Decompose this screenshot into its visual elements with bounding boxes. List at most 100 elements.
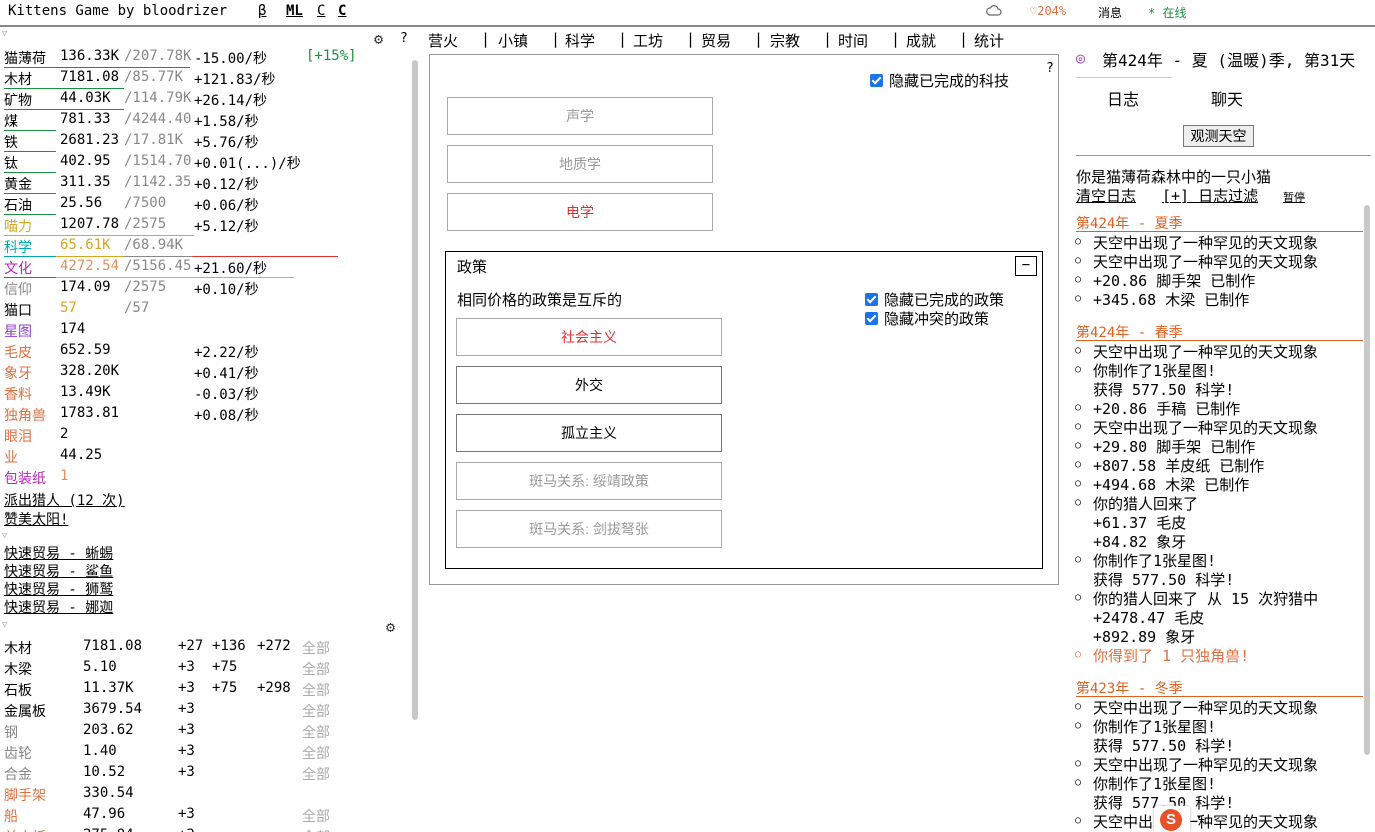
craft-plus-button[interactable]: +3 <box>178 680 195 696</box>
craft-name: 木材 <box>4 641 32 657</box>
tab-0[interactable]: 营火 <box>428 30 458 51</box>
craft-all-button[interactable]: 全部 <box>302 764 330 784</box>
messages-link[interactable]: 消息 <box>1098 4 1122 21</box>
pause-link[interactable]: 暂停 <box>1283 189 1305 205</box>
bullet-icon: ○ <box>1075 421 1082 432</box>
craft-all-button[interactable]: 全部 <box>302 743 330 763</box>
tab-5[interactable]: 宗教 <box>770 30 800 51</box>
tab-4[interactable]: 贸易 <box>701 30 731 51</box>
craft-plus-button[interactable]: +272 <box>257 638 291 654</box>
trade-link[interactable]: 快速贸易 - 蜥蜴 <box>4 543 113 563</box>
observe-sky-button[interactable]: 观测天空 <box>1183 125 1254 147</box>
resource-row: 石油 25.56/7500 +0.06/秒 <box>4 195 404 216</box>
clear-log-link[interactable]: 清空日志 <box>1076 185 1136 206</box>
resource-progress-bar <box>4 214 56 215</box>
left-scrollbar[interactable] <box>412 60 418 720</box>
bullet-icon: ○ <box>1075 293 1082 304</box>
tab-8[interactable]: 统计 <box>974 30 1004 51</box>
craft-all-button[interactable]: 全部 <box>302 638 330 658</box>
craft-plus-button[interactable]: +3 <box>178 743 195 759</box>
resource-amount: 1 <box>60 468 69 484</box>
craft-plus-button[interactable]: +27 <box>178 638 203 654</box>
craft-plus-button[interactable]: +136 <box>212 638 246 654</box>
cloud-icon[interactable] <box>986 4 1002 19</box>
tab-chat[interactable]: 聊天 <box>1211 86 1243 110</box>
policy-button[interactable]: 外交 <box>456 366 722 404</box>
ml-link[interactable]: ML <box>286 3 303 19</box>
tech-button[interactable]: 声学 <box>447 97 713 135</box>
bullet-icon: ○ <box>1075 777 1082 788</box>
tech-button[interactable]: 地质学 <box>447 145 713 183</box>
beta-link[interactable]: β <box>258 3 266 19</box>
trade-link[interactable]: 快速贸易 - 鲨鱼 <box>4 561 113 581</box>
resource-row: 文化 4272.54/5156.45 +21.60/秒 <box>4 258 404 279</box>
tab-7[interactable]: 成就 <box>906 30 936 51</box>
craft-plus-button[interactable]: +3 <box>178 659 195 675</box>
resource-name: 黄金 <box>4 177 32 193</box>
c-link-1[interactable]: C <box>317 3 325 19</box>
craft-all-button[interactable]: 全部 <box>302 827 330 832</box>
collapse-button[interactable]: − <box>1015 256 1037 276</box>
c-link-2[interactable]: C <box>338 3 346 19</box>
hide-completed-policy-checkbox[interactable]: 隐藏已完成的政策 <box>865 289 1004 310</box>
resource-row: 业 44.25 <box>4 447 404 468</box>
send-hunters-link[interactable]: 派出猎人 (12 次) <box>4 490 125 510</box>
trade-link[interactable]: 快速贸易 - 娜迦 <box>4 597 113 617</box>
hide-conflict-policy-checkbox[interactable]: 隐藏冲突的政策 <box>865 308 989 329</box>
craft-row: 合金 10.52 +3 全部 <box>4 764 404 785</box>
policy-button[interactable]: 斑马关系: 绥靖政策 <box>456 462 722 500</box>
bullet-icon: ○ <box>1075 478 1082 489</box>
craft-all-button[interactable]: 全部 <box>302 722 330 742</box>
dropdown-icon[interactable]: ▾ <box>1196 812 1202 823</box>
resource-name: 信仰 <box>4 282 32 298</box>
help-icon[interactable]: ? <box>400 31 408 46</box>
craft-all-button[interactable]: 全部 <box>302 806 330 826</box>
craft-plus-button[interactable]: +75 <box>212 659 237 675</box>
resource-progress-bar <box>4 130 56 131</box>
craft-plus-button[interactable]: +3 <box>178 722 195 738</box>
tab-log[interactable]: 日志 <box>1107 86 1139 110</box>
bullet-icon: ○ <box>1075 236 1082 247</box>
craft-plus-button[interactable]: +3 <box>178 764 195 780</box>
tab-2[interactable]: 科学 <box>565 30 595 51</box>
tech-button[interactable]: 电学 <box>447 193 713 231</box>
gear-icon[interactable]: ⚙ <box>386 618 395 636</box>
gear-icon[interactable]: ⚙ <box>374 30 383 48</box>
log-filter-link[interactable]: [+] 日志过滤 <box>1162 185 1258 206</box>
policy-button[interactable]: 社会主义 <box>456 318 722 356</box>
craft-row: 石板 11.37K +3 +75 +298 全部 <box>4 680 404 701</box>
policy-button[interactable]: 斑马关系: 剑拔弩张 <box>456 510 722 548</box>
tab-1[interactable]: 小镇 <box>498 30 528 51</box>
craft-plus-button[interactable]: +3 <box>178 701 195 717</box>
craft-name: 石板 <box>4 683 32 699</box>
craft-name: 钢 <box>4 725 18 741</box>
craft-plus-button[interactable]: +298 <box>257 680 291 696</box>
craft-plus-button[interactable]: +3 <box>178 827 195 832</box>
collapse-arrow-icon[interactable]: ▽ <box>2 620 7 630</box>
hide-completed-tech-checkbox[interactable]: 隐藏已完成的科技 <box>870 70 1009 91</box>
praise-sun-link[interactable]: 赞美太阳! <box>4 509 68 529</box>
resource-progress-bar <box>4 277 294 278</box>
craft-all-button[interactable]: 全部 <box>302 659 330 679</box>
collapse-arrow-icon[interactable]: ▽ <box>2 531 7 541</box>
tab-3[interactable]: 工坊 <box>633 30 663 51</box>
collapse-arrow-icon[interactable]: ▽ <box>2 29 7 39</box>
resource-row: 猫口 57/57 <box>4 300 404 321</box>
log-entry: +2478.47 毛皮 <box>1093 609 1205 627</box>
trade-link[interactable]: 快速贸易 - 狮鹫 <box>4 579 113 599</box>
resource-rate: +0.08/秒 <box>194 408 259 424</box>
help-icon[interactable]: ? <box>1046 61 1054 76</box>
craft-all-button[interactable]: 全部 <box>302 680 330 700</box>
tab-6[interactable]: 时间 <box>838 30 868 51</box>
resource-amount: 13.49K <box>60 384 111 400</box>
ime-icon[interactable]: S <box>1154 806 1190 832</box>
resource-name: 星图 <box>4 324 32 340</box>
log-scrollbar[interactable] <box>1364 205 1370 755</box>
moon-icon: ◎ <box>1076 49 1086 67</box>
craft-all-button[interactable]: 全部 <box>302 701 330 721</box>
craft-plus-button[interactable]: +3 <box>178 806 195 822</box>
policy-button[interactable]: 孤立主义 <box>456 414 722 452</box>
craft-plus-button[interactable]: +75 <box>212 680 237 696</box>
online-status[interactable]: * 在线 <box>1148 4 1186 21</box>
craft-amount: 11.37K <box>83 680 134 696</box>
